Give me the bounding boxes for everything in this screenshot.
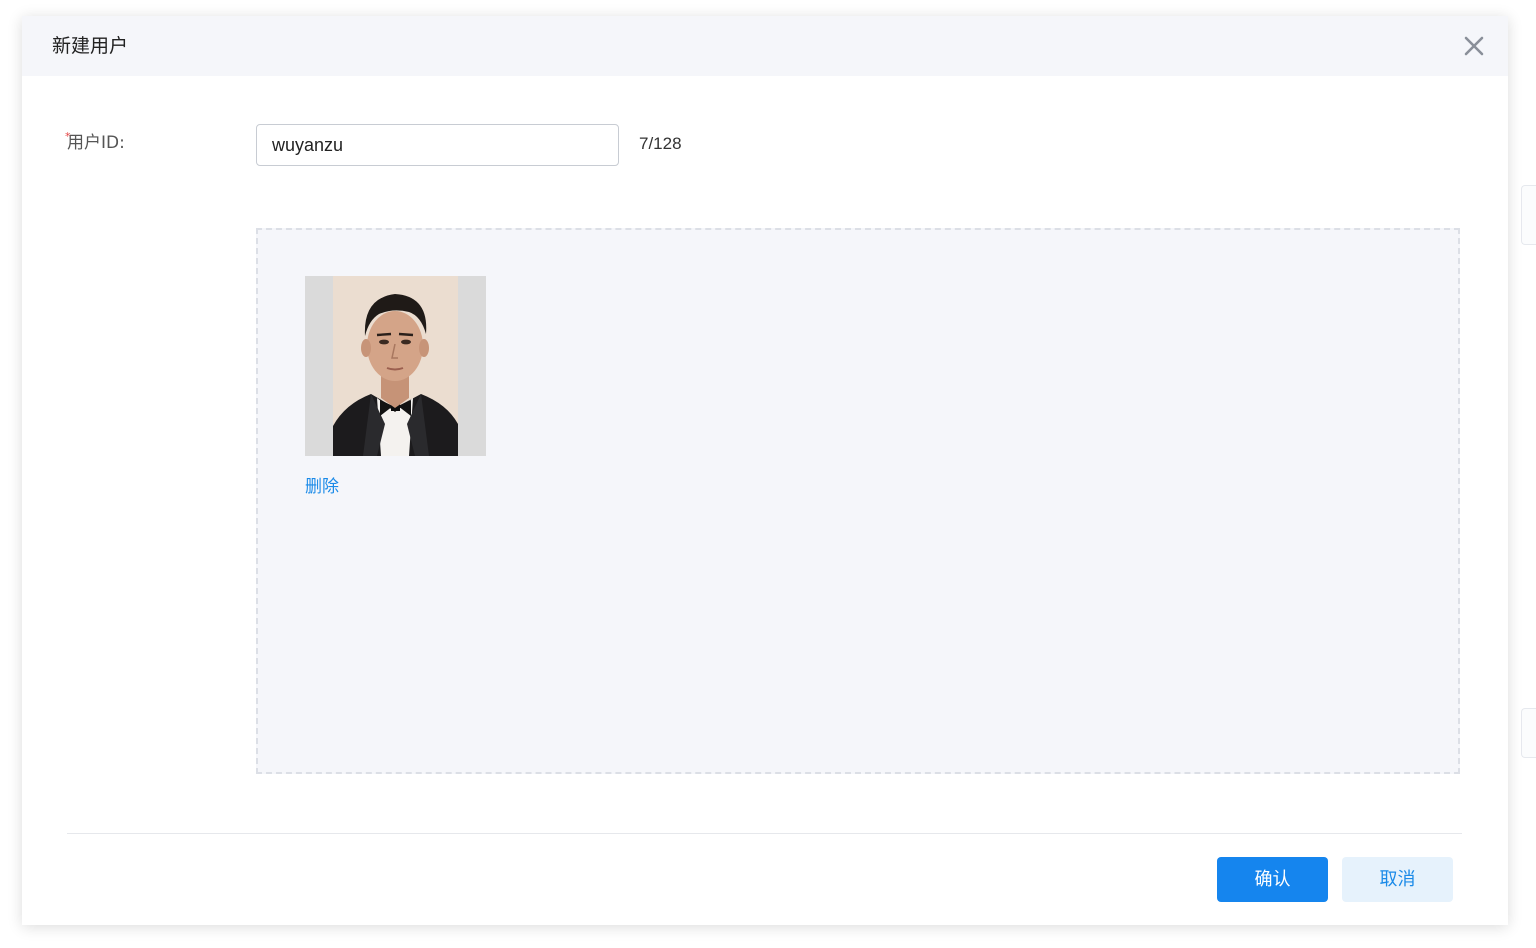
dialog-header: 新建用户 bbox=[22, 16, 1508, 76]
user-id-label-text: 用户ID: bbox=[67, 133, 125, 153]
portrait-photo bbox=[305, 276, 486, 456]
char-counter: 7/128 bbox=[639, 134, 682, 153]
background-edge-element bbox=[1521, 185, 1536, 245]
create-user-dialog: 新建用户 * 用户ID: 7/128 bbox=[22, 16, 1508, 925]
user-id-label: * 用户ID: bbox=[65, 130, 125, 154]
required-mark: * bbox=[65, 130, 71, 143]
close-icon[interactable] bbox=[1462, 34, 1486, 58]
user-id-input[interactable] bbox=[256, 124, 619, 166]
dialog-title: 新建用户 bbox=[52, 35, 129, 57]
footer-divider bbox=[67, 833, 1462, 834]
confirm-button[interactable]: 确认 bbox=[1217, 857, 1328, 902]
delete-photo-link[interactable]: 删除 bbox=[305, 472, 339, 497]
cancel-button[interactable]: 取消 bbox=[1342, 857, 1453, 902]
face-upload-zone[interactable]: 删除 bbox=[256, 228, 1460, 774]
background-edge-element bbox=[1521, 708, 1536, 758]
